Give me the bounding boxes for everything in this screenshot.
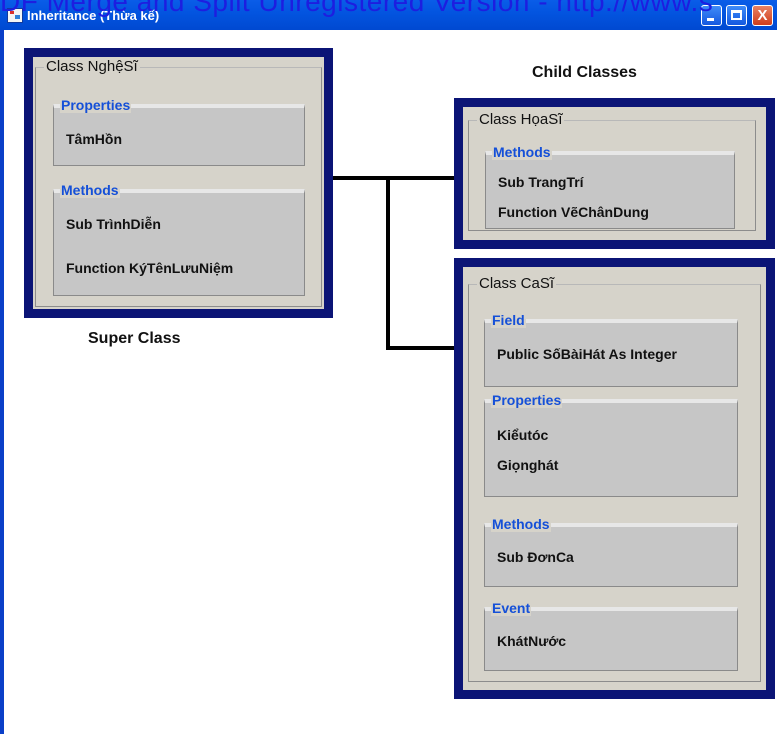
watermark-text: DF Merge and Split Unregistered Version … [0, 0, 714, 17]
connector-vertical [386, 176, 390, 350]
class-casi: Class CaSĩ Field Public SốBàiHát As Inte… [454, 258, 775, 699]
group-label-field: Field [491, 312, 526, 328]
member-vechandung: Function VẽChânDung [498, 204, 649, 220]
super-class-caption: Super Class [88, 330, 181, 347]
member-giongphat: Giọnghát [497, 457, 559, 473]
member-kieutoc: Kiểutóc [497, 427, 549, 443]
nghesi-methods-group: Methods Sub TrìnhDiễn Function KýTênLưuN… [53, 182, 305, 296]
group-label-methods: Methods [60, 182, 120, 198]
casi-methods-group: Methods Sub ĐơnCa [484, 516, 738, 587]
connector-super-horizontal [333, 176, 455, 180]
class-hoasi-panel: Class HọaSĩ Methods Sub TrangTrí Functio… [463, 107, 766, 240]
member-sobaihat: Public SốBàiHát As Integer [497, 346, 677, 362]
close-button[interactable]: X [752, 5, 773, 26]
group-label-event: Event [491, 600, 532, 616]
hoasi-methods-group: Methods Sub TrangTrí Function VẽChânDung [485, 144, 735, 229]
nghesi-properties-group: Properties TâmHồn [53, 97, 305, 166]
casi-field-group: Field Public SốBàiHát As Integer [484, 312, 738, 387]
group-label-methods: Methods [491, 516, 551, 532]
group-label-properties: Properties [491, 392, 563, 408]
class-hoasi-groupbox: Class HọaSĩ Methods Sub TrangTrí Functio… [468, 111, 756, 231]
class-hoasi: Class HọaSĩ Methods Sub TrangTrí Functio… [454, 98, 775, 249]
class-nghesi-panel: Class NghệSĩ Properties TâmHồn Methods S… [33, 57, 324, 309]
casi-event-group: Event KhátNước [484, 600, 738, 671]
member-kytenluuniem: Function KýTênLưuNiệm [66, 260, 234, 276]
child-classes-caption: Child Classes [532, 64, 637, 81]
class-nghesi-title: Class NghệSĩ [44, 58, 140, 75]
class-nghesi-groupbox: Class NghệSĩ Properties TâmHồn Methods S… [35, 58, 322, 307]
maximize-button[interactable] [726, 5, 747, 26]
class-casi-groupbox: Class CaSĩ Field Public SốBàiHát As Inte… [468, 275, 761, 682]
minimize-icon [707, 18, 714, 21]
connector-casi-horizontal [386, 346, 455, 350]
close-icon: X [757, 7, 768, 24]
casi-properties-group: Properties Kiểutóc Giọnghát [484, 392, 738, 497]
group-label-properties: Properties [60, 97, 132, 113]
group-label-methods: Methods [492, 144, 552, 160]
class-nghesi: Class NghệSĩ Properties TâmHồn Methods S… [24, 48, 333, 318]
class-casi-title: Class CaSĩ [477, 275, 557, 292]
maximize-icon [731, 10, 742, 20]
member-donca: Sub ĐơnCa [497, 549, 574, 565]
member-trinhdien: Sub TrìnhDiễn [66, 216, 161, 232]
window-left-border [0, 30, 4, 734]
member-trangtri: Sub TrangTrí [498, 174, 584, 190]
class-hoasi-title: Class HọaSĩ [477, 111, 565, 128]
member-tamhon: TâmHồn [66, 131, 122, 147]
member-khatnuoc: KhátNước [497, 633, 567, 649]
class-casi-panel: Class CaSĩ Field Public SốBàiHát As Inte… [463, 267, 766, 690]
